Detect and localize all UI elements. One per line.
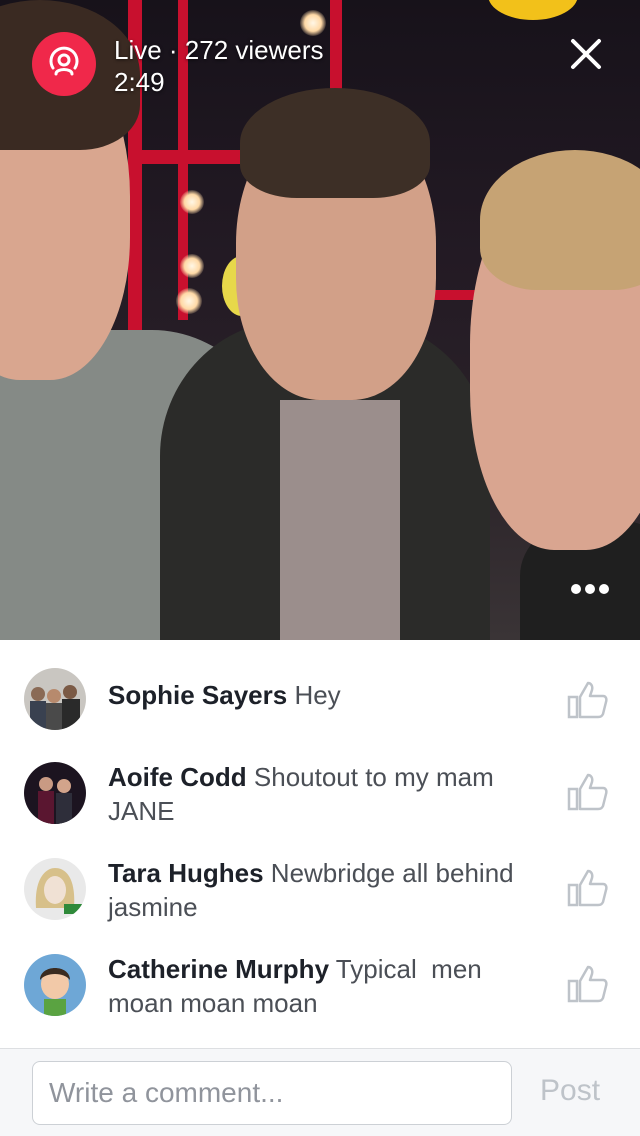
- stage-light: [180, 190, 204, 214]
- live-badge: [32, 32, 96, 96]
- avatar[interactable]: [24, 762, 86, 824]
- thumbs-up-icon: [567, 773, 608, 811]
- comment-body: Catherine Murphy Typical men moan moan m…: [108, 952, 548, 1020]
- like-button[interactable]: [566, 770, 610, 814]
- live-viewer-count: Live · 272 viewers: [114, 35, 324, 65]
- avatar-photo-group: [24, 668, 86, 730]
- avatar[interactable]: [24, 954, 86, 1016]
- comment-composer: Post: [0, 1048, 640, 1136]
- comment-list[interactable]: Sophie Sayers Hey Aoife Codd Shoutout to…: [0, 640, 640, 1048]
- like-button[interactable]: [566, 678, 610, 722]
- live-broadcast-icon: [49, 46, 79, 76]
- more-options-button[interactable]: [562, 574, 618, 604]
- comment-body: Tara Hughes Newbridge all behind jasmine: [108, 856, 548, 924]
- avatar[interactable]: [24, 668, 86, 730]
- close-icon: [571, 39, 601, 69]
- like-button[interactable]: [566, 866, 610, 910]
- avatar-photo-portrait: [24, 858, 86, 920]
- thumbs-up-icon: [567, 965, 608, 1003]
- thumbs-up-icon: [567, 869, 608, 907]
- yellow-balloon: [488, 0, 578, 20]
- avatar-photo-friends: [24, 762, 86, 824]
- more-options-icon: [571, 584, 581, 594]
- stage-light: [176, 288, 202, 314]
- comment-author[interactable]: Aoife Codd: [108, 762, 247, 792]
- stage-light: [300, 10, 326, 36]
- comment-body: Aoife Codd Shoutout to my mam JANE: [108, 760, 548, 828]
- comment-author[interactable]: Sophie Sayers: [108, 680, 287, 710]
- stage-red-frame: [128, 150, 248, 164]
- stage-light: [180, 254, 204, 278]
- avatar-photo-cartoon: [24, 954, 86, 1016]
- more-options-icon: [599, 584, 609, 594]
- more-options-icon: [585, 584, 595, 594]
- comment-message: Hey: [294, 680, 341, 710]
- live-status: Live · 272 viewers 2:49: [114, 34, 324, 98]
- thumbs-up-icon: [567, 681, 608, 719]
- like-button[interactable]: [566, 962, 610, 1006]
- post-button[interactable]: Post: [540, 1071, 600, 1111]
- avatar[interactable]: [24, 858, 86, 920]
- stage-red-frame: [330, 0, 342, 90]
- live-timer: 2:49: [114, 67, 165, 97]
- live-video-player[interactable]: Live · 272 viewers 2:49: [0, 0, 640, 640]
- comment-author[interactable]: Catherine Murphy: [108, 954, 329, 984]
- close-button[interactable]: [560, 28, 612, 80]
- comment-input[interactable]: [32, 1061, 512, 1125]
- comment-body: Sophie Sayers Hey: [108, 678, 548, 712]
- comment-author[interactable]: Tara Hughes: [108, 858, 264, 888]
